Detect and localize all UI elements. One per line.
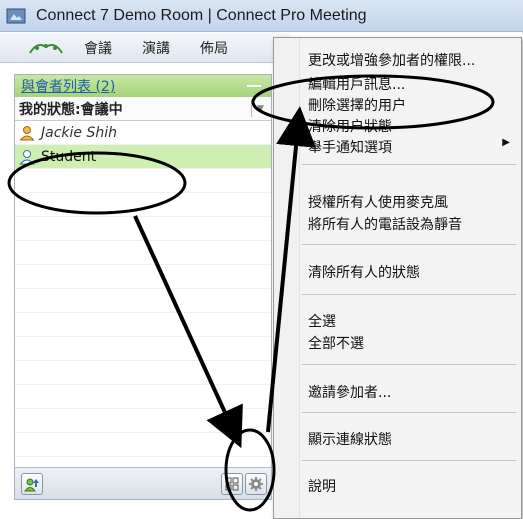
menu-item-clear-all-status[interactable]: 清除所有人的狀態 xyxy=(308,262,420,282)
options-menu-button[interactable] xyxy=(245,473,267,495)
menu-item-mute-all-phones[interactable]: 將所有人的電話設為靜音 xyxy=(308,214,462,234)
pod-footer xyxy=(15,467,271,499)
participant-user-icon xyxy=(19,149,35,164)
layout-button[interactable] xyxy=(221,473,243,495)
menu-item-deselect-all[interactable]: 全部不選 xyxy=(308,333,364,353)
menu-separator xyxy=(302,460,516,461)
attendee-options-menu: 更改或增強參加者的權限... 編輯用戶訊息... 刪除選擇的用户 清除用户狀態 … xyxy=(273,37,522,519)
menu-separator xyxy=(302,364,516,365)
empty-row xyxy=(15,193,271,217)
menu-item-show-connection-status[interactable]: 顯示連線狀態 xyxy=(308,429,392,449)
change-role-button[interactable] xyxy=(21,473,43,495)
empty-row xyxy=(15,217,271,241)
empty-row xyxy=(15,241,271,265)
menu-item-raise-hand-options[interactable]: 舉手通知選項 ▶ xyxy=(308,137,514,157)
menu-item-clear-user-status[interactable]: 清除用户狀態 xyxy=(308,116,392,136)
empty-row xyxy=(15,433,271,457)
menu-item-enable-mic-all[interactable]: 授權所有人使用麥克風 xyxy=(308,192,448,212)
menu-separator xyxy=(302,412,516,413)
menu-item-remove-selected-user[interactable]: 刪除選擇的用户 xyxy=(308,95,406,115)
user-row-student[interactable]: Student xyxy=(15,145,271,169)
connect-logo-icon xyxy=(29,43,63,54)
person-up-icon xyxy=(24,478,39,492)
attendee-pod: 與會者列表 (2) 我的狀態:會議中 ▼ Jackie Shih Student xyxy=(14,74,272,500)
pod-header: 與會者列表 (2) xyxy=(15,75,271,97)
menu-meeting[interactable]: 會議 xyxy=(84,38,112,58)
title-bar: Connect 7 Demo Room | Connect Pro Meetin… xyxy=(0,0,523,32)
menu-gutter xyxy=(274,38,300,518)
connect-app-icon xyxy=(6,8,26,23)
menu-item-label: 舉手通知選項 xyxy=(308,140,392,156)
user-row-host[interactable]: Jackie Shih xyxy=(15,121,271,145)
user-name: Jackie Shih xyxy=(41,124,117,141)
submenu-arrow-icon: ▶ xyxy=(502,137,510,148)
menu-item-edit-user-info[interactable]: 編輯用戶訊息... xyxy=(308,74,405,94)
empty-row xyxy=(15,409,271,433)
empty-row xyxy=(15,289,271,313)
pod-title[interactable]: 與會者列表 (2) xyxy=(21,76,115,96)
window-title: Connect 7 Demo Room | Connect Pro Meetin… xyxy=(36,6,367,24)
empty-row xyxy=(15,361,271,385)
grid-icon xyxy=(225,477,239,491)
minimize-icon[interactable] xyxy=(247,85,261,87)
gear-icon xyxy=(249,477,263,491)
menu-separator xyxy=(302,244,516,245)
empty-row xyxy=(15,265,271,289)
empty-row xyxy=(15,337,271,361)
user-name: Student xyxy=(41,148,97,165)
menu-bar: 會議 演講 佈局 xyxy=(0,33,290,63)
empty-row xyxy=(15,385,271,409)
empty-row xyxy=(15,169,271,193)
menu-item-select-all[interactable]: 全選 xyxy=(308,311,336,331)
menu-item-change-permissions[interactable]: 更改或增強參加者的權限... xyxy=(308,50,475,70)
menu-presentation[interactable]: 演講 xyxy=(142,38,170,58)
my-status-dropdown[interactable]: 我的狀態:會議中 ▼ xyxy=(15,97,271,121)
host-user-icon xyxy=(19,125,35,140)
empty-row xyxy=(15,313,271,337)
my-status-label: 我的狀態:會議中 xyxy=(19,101,123,118)
chevron-down-icon[interactable]: ▼ xyxy=(251,100,269,117)
menu-separator xyxy=(302,164,516,165)
menu-layout[interactable]: 佈局 xyxy=(200,38,228,58)
menu-separator xyxy=(302,294,516,295)
menu-item-help[interactable]: 說明 xyxy=(308,476,336,496)
menu-item-invite-participants[interactable]: 邀請參加者... xyxy=(308,382,391,402)
